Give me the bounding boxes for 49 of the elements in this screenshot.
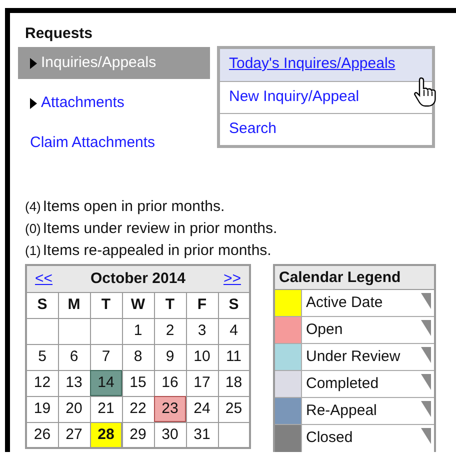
corner-icon (421, 374, 431, 390)
weekday-header: F (186, 292, 218, 318)
weekday-header: W (122, 292, 154, 318)
prior-count-line: (0)Items under review in prior months. (25, 219, 278, 239)
menu-item[interactable]: Today's Inquires/Appeals (220, 49, 432, 81)
legend-label: Open (305, 320, 344, 340)
prior-count-line: (4)Items open in prior months. (25, 197, 226, 217)
day-cell[interactable]: 10 (186, 344, 218, 370)
legend-label: Under Review (305, 347, 402, 367)
menu-item[interactable]: Claim Attachments (18, 127, 210, 159)
corner-icon (421, 347, 431, 363)
weekday-header: M (58, 292, 90, 318)
day-cell[interactable]: 5 (26, 344, 58, 370)
corner-icon (421, 401, 431, 417)
menu-item[interactable]: Search (220, 113, 432, 145)
day-cell[interactable]: 19 (26, 396, 58, 422)
month-title: October 2014 (90, 268, 186, 288)
corner-icon (421, 293, 431, 309)
legend-label: Closed (305, 428, 354, 448)
weekday-header: S (26, 292, 58, 318)
legend-label: Re-Appeal (305, 401, 378, 421)
day-cell[interactable]: 9 (154, 344, 186, 370)
day-cell[interactable]: 24 (186, 396, 218, 422)
day-cell[interactable]: 14 (90, 370, 122, 396)
prior-count-line: (1)Items re-appealed in prior months. (25, 241, 272, 261)
weekday-header: T (90, 292, 122, 318)
day-cell[interactable]: 1 (122, 318, 154, 344)
day-cell[interactable]: 3 (186, 318, 218, 344)
day-cell[interactable]: 15 (122, 370, 154, 396)
section-title: Requests (25, 25, 94, 43)
legend-label: Completed (305, 374, 380, 394)
day-cell[interactable]: 23 (154, 396, 186, 422)
caret-icon (30, 58, 37, 68)
day-cell[interactable]: 2 (154, 318, 186, 344)
prev-month-link[interactable]: << (35, 268, 53, 290)
legend-label: Active Date (305, 293, 384, 313)
day-cell[interactable]: 20 (58, 396, 90, 422)
weekday-header: T (154, 292, 186, 318)
day-cell[interactable]: 8 (122, 344, 154, 370)
day-cell[interactable]: 6 (58, 344, 90, 370)
caret-icon (30, 98, 37, 108)
next-month-link[interactable]: >> (223, 268, 241, 290)
corner-icon (421, 428, 431, 444)
day-cell[interactable]: 28 (90, 422, 122, 448)
menu-item[interactable]: Attachments (18, 87, 210, 119)
corner-icon (421, 320, 431, 336)
day-cell[interactable]: 17 (186, 370, 218, 396)
legend-title: Calendar Legend (275, 266, 434, 290)
day-cell[interactable]: 12 (26, 370, 58, 396)
